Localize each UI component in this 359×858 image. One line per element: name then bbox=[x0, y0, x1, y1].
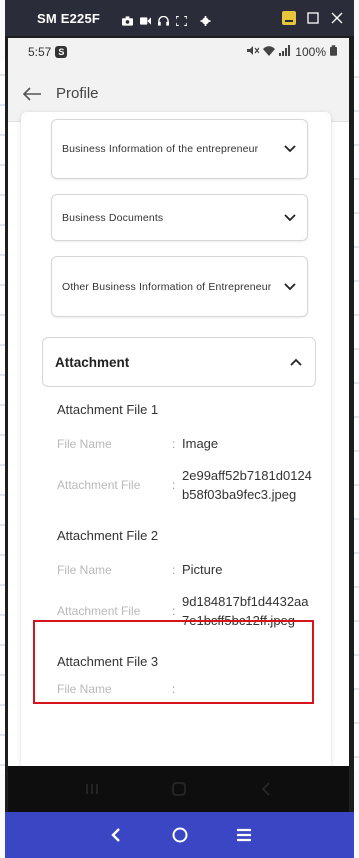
battery-icon bbox=[330, 45, 337, 59]
accordion-business-documents[interactable]: Business Documents bbox=[51, 194, 308, 241]
minimize-button[interactable] bbox=[282, 11, 296, 25]
separator: : bbox=[172, 436, 176, 451]
attachment-file-value[interactable]: 9d184817bf1d4432aa7e1bcff5bc12ff.jpeg bbox=[182, 592, 312, 630]
chevron-down-icon bbox=[283, 211, 297, 225]
profile-card: Business Information of the entrepreneur… bbox=[21, 112, 331, 766]
attachment-file-key: Attachment File bbox=[57, 604, 141, 618]
separator: : bbox=[172, 604, 176, 618]
wifi-icon bbox=[263, 45, 276, 59]
accordion-attachment[interactable]: Attachment bbox=[42, 337, 316, 387]
file-name-key: File Name bbox=[57, 682, 112, 696]
window-toolbar bbox=[122, 13, 211, 27]
home-circle-icon[interactable] bbox=[169, 824, 191, 846]
accordion-label: Business Documents bbox=[62, 211, 164, 224]
chevron-up-icon bbox=[289, 355, 303, 369]
home-icon[interactable] bbox=[167, 777, 191, 801]
attachment-file-row: Attachment File : 2e99aff52b7181d0124b58… bbox=[57, 466, 317, 504]
file-name-row: File Name : Image bbox=[57, 434, 317, 453]
status-time: 5:57 bbox=[28, 45, 52, 59]
phone-screen: 5:57 S 100% Profile Business Information… bbox=[8, 38, 349, 766]
attachment-file-title: Attachment File 1 bbox=[57, 402, 159, 417]
attachment-file-key: Attachment File bbox=[57, 478, 141, 492]
accordion-other-business-information[interactable]: Other Business Information of Entreprene… bbox=[51, 256, 308, 317]
attachment-file-1: Attachment File 1 File Name : Image Atta… bbox=[57, 402, 317, 542]
close-button[interactable] bbox=[330, 11, 344, 25]
status-bar: 5:57 S 100% bbox=[8, 38, 349, 66]
battery-level: 100% bbox=[295, 45, 326, 59]
file-name-row: File Name : Picture bbox=[57, 560, 317, 579]
file-name-key: File Name bbox=[57, 436, 112, 451]
window-controls bbox=[282, 11, 344, 25]
separator: : bbox=[172, 562, 176, 577]
android-navigation-bar bbox=[8, 766, 349, 812]
headphones-icon[interactable] bbox=[158, 13, 170, 26]
window-title: SM E225F bbox=[37, 10, 101, 26]
mute-icon bbox=[247, 45, 260, 59]
attachment-file-row: Attachment File : 9d184817bf1d4432aa7e1b… bbox=[57, 592, 317, 630]
status-indicators: 100% bbox=[247, 45, 337, 59]
attachment-file-value[interactable]: 2e99aff52b7181d0124b58f03ba9fec3.jpeg bbox=[182, 466, 312, 504]
attachment-file-3: Attachment File 3 File Name : bbox=[57, 654, 317, 714]
profile-content: Business Information of the entrepreneur… bbox=[8, 112, 349, 766]
file-name-key: File Name bbox=[57, 562, 112, 577]
back-icon[interactable] bbox=[254, 777, 278, 801]
attachment-file-title: Attachment File 3 bbox=[57, 654, 159, 669]
window-titlebar[interactable]: SM E225F bbox=[5, 0, 354, 36]
menu-icon[interactable] bbox=[233, 824, 255, 846]
attachment-file-2: Attachment File 2 File Name : Picture At… bbox=[57, 528, 317, 668]
mirroring-control-bar bbox=[5, 812, 354, 858]
separator: : bbox=[172, 682, 176, 696]
page-title: Profile bbox=[56, 85, 99, 102]
file-name-row: File Name : bbox=[57, 682, 317, 696]
camera-icon[interactable] bbox=[122, 13, 134, 26]
chevron-down-icon bbox=[283, 142, 297, 156]
status-app-badge: S bbox=[55, 46, 68, 58]
accordion-business-information[interactable]: Business Information of the entrepreneur bbox=[51, 119, 308, 179]
recent-apps-icon[interactable] bbox=[80, 777, 104, 801]
back-arrow-icon[interactable] bbox=[22, 85, 44, 103]
fullscreen-icon[interactable] bbox=[175, 13, 188, 27]
signal-icon bbox=[279, 45, 291, 59]
attachment-file-title: Attachment File 2 bbox=[57, 528, 159, 543]
file-name-value: Image bbox=[182, 436, 219, 451]
file-name-value: Picture bbox=[182, 562, 223, 577]
settings-icon[interactable] bbox=[200, 13, 211, 26]
video-icon[interactable] bbox=[140, 13, 152, 25]
accordion-label: Business Information of the entrepreneur bbox=[62, 143, 259, 155]
back-chevron-icon[interactable] bbox=[105, 824, 127, 846]
accordion-label: Other Business Information of Entreprene… bbox=[62, 280, 272, 293]
attachment-header-label: Attachment bbox=[55, 354, 130, 370]
chevron-down-icon bbox=[283, 280, 297, 294]
maximize-button[interactable] bbox=[306, 11, 320, 25]
separator: : bbox=[172, 478, 176, 492]
